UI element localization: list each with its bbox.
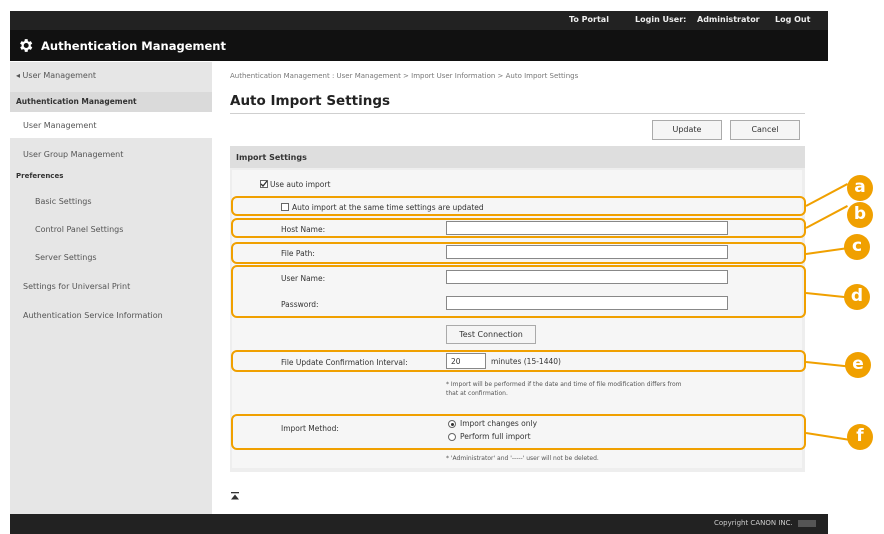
logout-link[interactable]: Log Out	[775, 15, 810, 24]
callout-badge-e: e	[845, 352, 871, 378]
sidebar-item-authentication-service-information[interactable]: Authentication Service Information	[23, 311, 163, 320]
cancel-button[interactable]: Cancel	[730, 120, 800, 140]
sidebar-item-basic-settings[interactable]: Basic Settings	[35, 197, 92, 206]
sidebar-item-user-group-management[interactable]: User Group Management	[23, 150, 123, 159]
sidebar-heading-preferences: Preferences	[16, 172, 64, 180]
update-button[interactable]: Update	[652, 120, 722, 140]
sidebar-section-title: Authentication Management	[16, 97, 137, 106]
login-user-value: Administrator	[697, 15, 760, 24]
test-connection-button[interactable]: Test Connection	[446, 325, 536, 344]
callout-box-f	[231, 414, 806, 450]
app-title: Authentication Management	[41, 39, 226, 53]
callout-box-c	[231, 242, 806, 264]
sidebar-item-control-panel-settings[interactable]: Control Panel Settings	[35, 225, 123, 234]
title-divider	[230, 113, 805, 114]
callout-badge-a: a	[847, 175, 873, 201]
copyright: Copyright CANON INC.	[714, 519, 793, 527]
footer-bar	[10, 514, 828, 534]
callout-badge-b: b	[847, 202, 873, 228]
copyright-year-block	[798, 520, 816, 527]
callout-box-e	[231, 350, 806, 372]
gear-icon	[17, 37, 34, 54]
sidebar-item-universal-print[interactable]: Settings for Universal Print	[23, 282, 130, 291]
callout-badge-d: d	[844, 284, 870, 310]
back-to-user-management-link[interactable]: ◂ User Management	[16, 71, 96, 80]
callout-box-d	[231, 265, 806, 318]
portal-link[interactable]: To Portal	[569, 15, 609, 24]
sidebar-item-user-management[interactable]: User Management	[23, 121, 96, 130]
login-user-label: Login User:	[635, 15, 687, 24]
use-auto-import-checkbox[interactable]	[260, 180, 268, 188]
interval-note-line1: * Import will be performed if the date a…	[446, 381, 682, 388]
to-top-icon[interactable]	[231, 485, 239, 500]
callout-box-a	[231, 196, 806, 216]
sidebar-section-header: Authentication Management	[10, 92, 212, 112]
callout-badge-c: c	[844, 234, 870, 260]
use-auto-import-label: Use auto import	[270, 180, 331, 189]
callout-box-b	[231, 218, 806, 238]
callout-badge-f: f	[847, 424, 873, 450]
import-settings-title: Import Settings	[236, 153, 307, 162]
sidebar-item-server-settings[interactable]: Server Settings	[35, 253, 97, 262]
page-title: Auto Import Settings	[230, 93, 391, 109]
breadcrumb: Authentication Management : User Managem…	[230, 72, 579, 80]
import-method-note: * 'Administrator' and '-----' user will …	[446, 455, 599, 462]
import-settings-header: Import Settings	[230, 146, 805, 168]
interval-note-line2: that at confirmation.	[446, 390, 508, 397]
